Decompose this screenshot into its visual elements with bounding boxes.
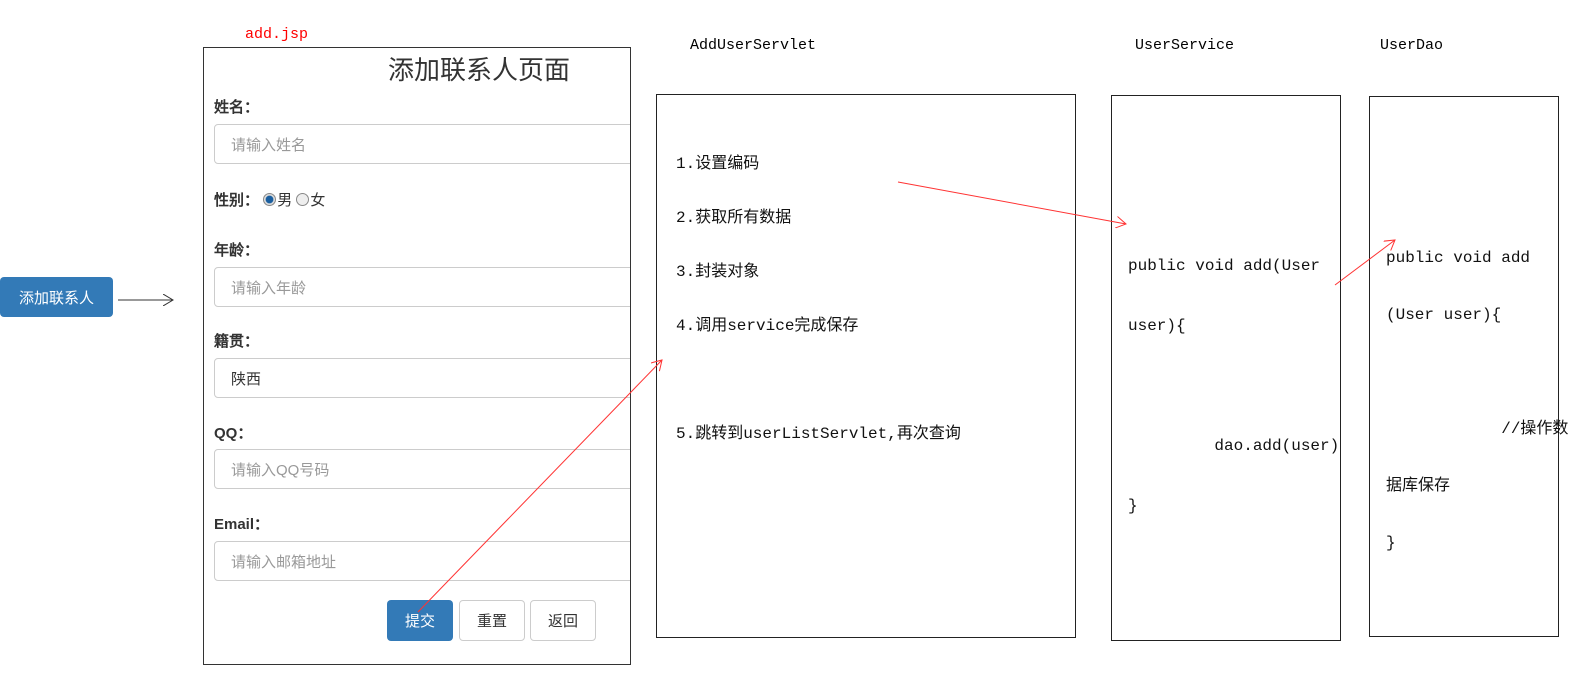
arrow-service-to-dao (1334, 240, 1395, 286)
arrow-servlet-to-service (897, 181, 1126, 224)
arrow-submit-to-servlet (417, 360, 662, 613)
arrows-layer (118, 181, 1591, 613)
